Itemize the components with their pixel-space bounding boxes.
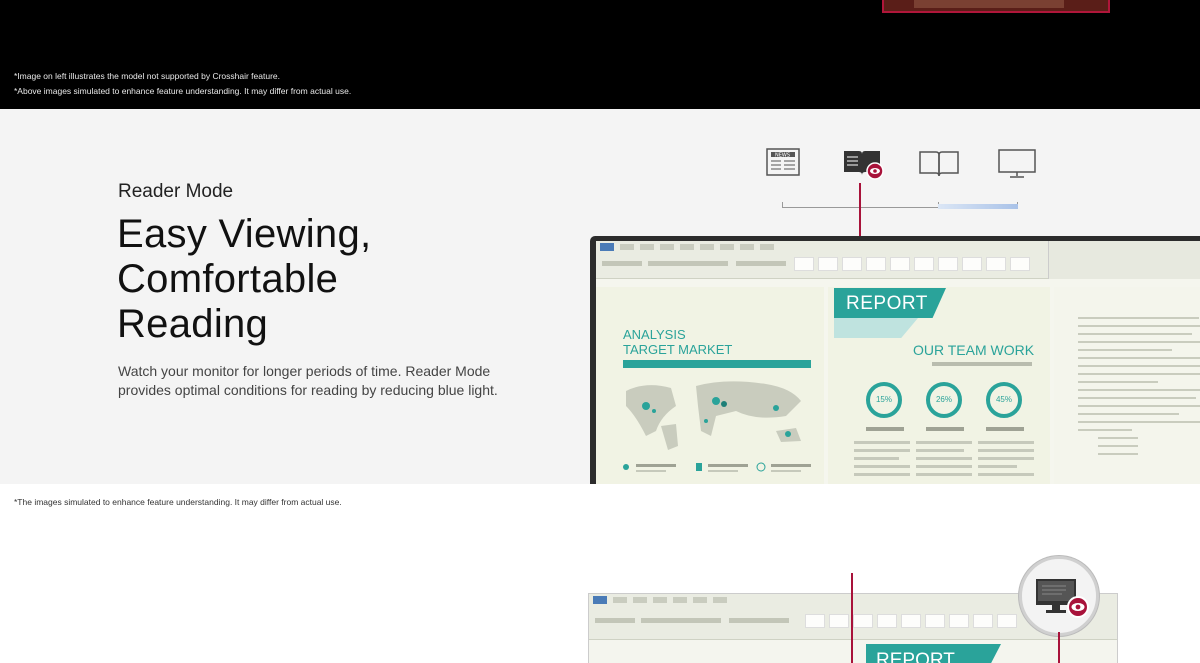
team-work-title: OUR TEAM WORK: [913, 342, 1035, 358]
report-text-column-1: [854, 441, 910, 481]
svg-text:NEWS: NEWS: [775, 153, 790, 159]
ring-2-value: 26%: [935, 395, 952, 404]
section-description: Watch your monitor for longer periods of…: [118, 363, 498, 398]
crosshair-demo-image: [882, 0, 1110, 13]
analysis-subtitle-bar: [623, 360, 811, 368]
open-book-icon: [918, 147, 959, 183]
analysis-title-line-2: TARGET MARKET: [623, 342, 733, 357]
ring-1-value: 15%: [875, 395, 892, 404]
next-report-label: REPORT: [876, 650, 955, 663]
next-report-banner: REPORT: [866, 644, 1001, 663]
page: *Image on left illustrates the model not…: [0, 0, 1200, 663]
analysis-title: ANALYSIS TARGET MARKET: [623, 327, 732, 357]
monitor-icon: [998, 147, 1038, 183]
book-reader-mode-icon[interactable]: [842, 147, 884, 183]
reader-mode-icons: NEWS: [760, 147, 1050, 187]
blue-light-gradient: [938, 204, 1018, 209]
report-label: REPORT: [846, 293, 928, 314]
report-text-column-3: [978, 441, 1034, 481]
ring-3-value: 45%: [995, 395, 1012, 404]
second-ribbon: [1048, 241, 1200, 279]
magnifier-lens: [1019, 556, 1099, 636]
team-work-subtitle: [932, 362, 1032, 366]
section-headline: Easy Viewing, Comfortable Reading: [117, 212, 417, 347]
progress-ring-3: 45%: [986, 382, 1022, 418]
blue-light-level-scale: [782, 202, 1018, 209]
reader-mode-section: Reader Mode Easy Viewing, Comfortable Re…: [0, 109, 1200, 484]
newspaper-icon: NEWS: [766, 147, 806, 183]
report-banner: REPORT: [834, 288, 946, 318]
monitor-illustration: ANALYSIS TARGET MARKET REPORT OUR TEAM W…: [590, 236, 1200, 484]
disclaimer-line-1: *Image on left illustrates the model not…: [14, 71, 281, 81]
next-section: REPORT: [0, 520, 1200, 663]
progress-ring-1: 15%: [866, 382, 902, 418]
analysis-kpi-row: [623, 462, 811, 472]
document-screen: ANALYSIS TARGET MARKET REPORT OUR TEAM W…: [596, 241, 1200, 484]
document-text-lines: [1078, 317, 1200, 461]
text-document-page: [1054, 287, 1200, 484]
next-pointer-line: [851, 573, 853, 663]
section-eyebrow: Reader Mode: [118, 181, 234, 202]
headline-line-3: Reading: [117, 302, 269, 346]
reader-mode-disclaimer: *The images simulated to enhance feature…: [14, 497, 342, 507]
headline-line-2: Comfortable: [117, 257, 339, 301]
progress-ring-2: 26%: [926, 382, 962, 418]
lens-pointer-line: [1058, 632, 1060, 663]
world-map-graphic: [626, 381, 801, 450]
disclaimer-line-2: *Above images simulated to enhance featu…: [14, 86, 352, 96]
disclaimer-notes: *Image on left illustrates the model not…: [14, 69, 351, 99]
previous-section-band: *Image on left illustrates the model not…: [0, 0, 1200, 109]
analysis-title-line-1: ANALYSIS: [623, 327, 686, 342]
report-text-column-2: [916, 441, 972, 481]
monitor-eye-icon: [1036, 579, 1089, 618]
headline-line-1: Easy Viewing,: [117, 212, 372, 256]
